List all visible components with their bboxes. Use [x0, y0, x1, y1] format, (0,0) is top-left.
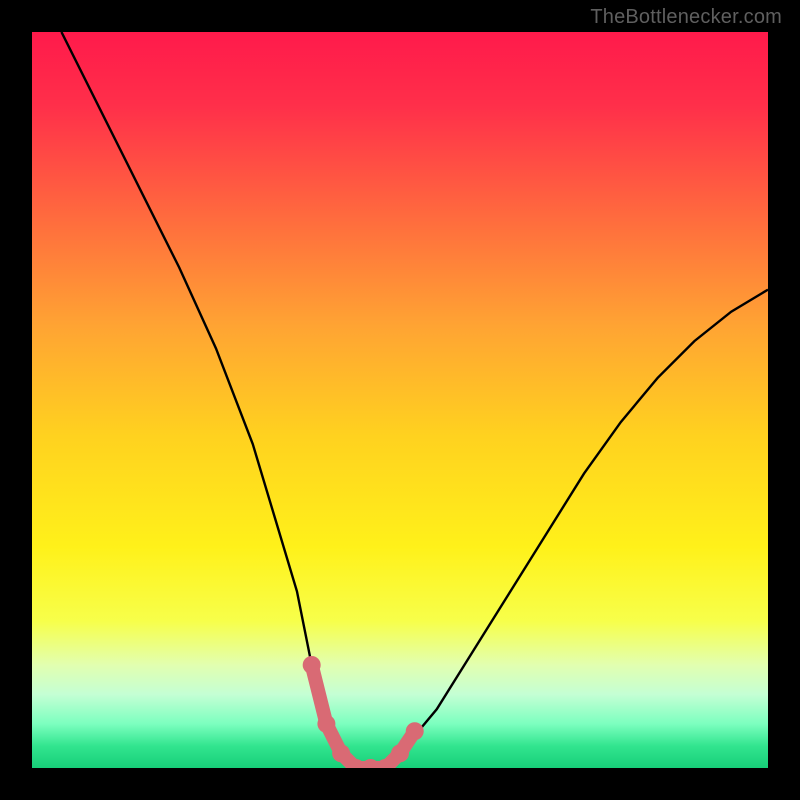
highlight-dot: [406, 722, 424, 740]
highlight-dot: [391, 744, 409, 762]
highlight-dot: [317, 715, 335, 733]
highlight-dot: [303, 656, 321, 674]
highlight-dot: [332, 744, 350, 762]
highlight-dots: [303, 656, 424, 768]
watermark-text: TheBottlenecker.com: [590, 6, 782, 29]
plot-area: [32, 32, 768, 768]
bottleneck-curve: [61, 32, 768, 768]
chart-svg: [32, 32, 768, 768]
chart-frame: TheBottlenecker.com: [0, 0, 800, 800]
